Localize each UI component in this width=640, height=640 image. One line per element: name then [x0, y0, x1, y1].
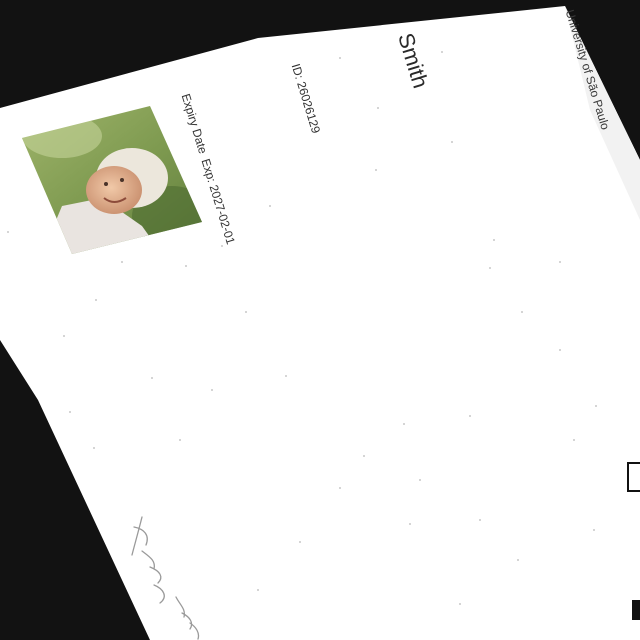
corner-mark	[627, 462, 640, 492]
scene: University of São Paulo Smith ID: 260261…	[0, 0, 640, 640]
corner-mark-lower	[632, 600, 640, 620]
id-card	[0, 6, 640, 640]
handwritten-signature-icon	[131, 516, 200, 640]
